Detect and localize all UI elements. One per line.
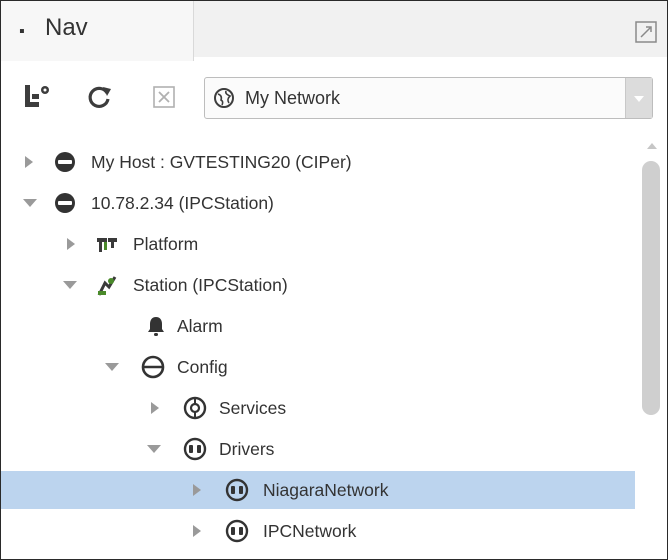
tree-node-niagara-network[interactable]: NiagaraNetwork bbox=[1, 471, 637, 509]
station-icon bbox=[97, 276, 117, 296]
expand-toggle-icon[interactable] bbox=[193, 525, 201, 537]
drivers-icon bbox=[183, 437, 207, 461]
tree-node-services[interactable]: Services bbox=[1, 389, 641, 427]
expand-toggle-icon[interactable] bbox=[151, 402, 159, 414]
tree-node-label: Station (IPCStation) bbox=[133, 275, 288, 295]
tree-node-label: 10.78.2.34 (IPCStation) bbox=[91, 193, 274, 213]
expand-icon[interactable] bbox=[635, 21, 657, 43]
tree-node-label: NiagaraNetwork bbox=[263, 480, 389, 500]
nav-panel: ▪ Nav My Network My Host: GVTESTING20 (… bbox=[0, 0, 668, 560]
nav-tree: My Host : GVTESTING20 (CIPer) 10.78.2.34… bbox=[1, 137, 667, 559]
tree-node-my-host[interactable]: My Host : GVTESTING20 (CIPer) bbox=[1, 143, 641, 181]
platform-icon bbox=[97, 238, 117, 252]
select-value: My Network bbox=[245, 88, 341, 108]
dropdown-dot-icon[interactable]: ▪ bbox=[19, 23, 25, 41]
tree-node-label: Platform bbox=[133, 234, 199, 254]
collapse-toggle-icon[interactable] bbox=[105, 363, 119, 371]
close-icon[interactable] bbox=[148, 81, 180, 113]
scroll-up-icon[interactable] bbox=[647, 143, 657, 149]
collapse-toggle-icon[interactable] bbox=[147, 445, 161, 453]
tree-node-label: Services bbox=[219, 398, 287, 418]
tree-node-ipc-network[interactable]: IPCNetwork bbox=[1, 512, 641, 550]
tree-node-label: Config bbox=[177, 357, 228, 377]
tree-node-label: IPCNetwork bbox=[263, 521, 357, 541]
expand-toggle-icon[interactable] bbox=[25, 156, 33, 168]
tree-node-drivers[interactable]: Drivers bbox=[1, 430, 641, 468]
collapse-toggle-icon[interactable] bbox=[23, 199, 37, 207]
tree-node-label: My Host : GVTESTING20 (CIPer) bbox=[91, 152, 352, 172]
tab-bar: ▪ Nav bbox=[1, 1, 667, 61]
tree-node-station[interactable]: Station (IPCStation) bbox=[1, 266, 641, 304]
tree-node-label: Alarm bbox=[177, 316, 223, 336]
database-icon bbox=[141, 355, 165, 379]
collapse-toggle-icon[interactable] bbox=[63, 281, 77, 289]
tree-node-alarm[interactable]: Alarm bbox=[1, 307, 641, 345]
tree-settings-icon[interactable] bbox=[21, 81, 53, 113]
nav-toolbar: My Network bbox=[1, 61, 667, 131]
network-icon bbox=[225, 478, 249, 502]
host-icon bbox=[55, 152, 75, 172]
refresh-icon[interactable] bbox=[83, 81, 115, 113]
network-icon bbox=[225, 519, 249, 543]
tree-node-ip-station[interactable]: 10.78.2.34 (IPCStation) bbox=[1, 184, 641, 222]
bell-icon bbox=[148, 317, 164, 336]
globe-icon bbox=[214, 88, 234, 108]
network-select[interactable]: My Network bbox=[204, 77, 653, 119]
tab-nav[interactable]: ▪ Nav bbox=[1, 1, 194, 61]
chevron-down-icon[interactable] bbox=[625, 78, 652, 118]
vertical-scrollbar[interactable] bbox=[635, 131, 667, 559]
expand-toggle-icon[interactable] bbox=[67, 238, 75, 250]
host-icon bbox=[55, 193, 75, 213]
tree-node-label: Drivers bbox=[219, 439, 275, 459]
services-icon bbox=[183, 396, 207, 420]
expand-toggle-icon[interactable] bbox=[193, 484, 201, 496]
tree-node-platform[interactable]: Platform bbox=[1, 225, 641, 263]
tree-node-config[interactable]: Config bbox=[1, 348, 641, 386]
scroll-thumb[interactable] bbox=[642, 161, 660, 415]
tab-title: Nav bbox=[45, 14, 88, 41]
